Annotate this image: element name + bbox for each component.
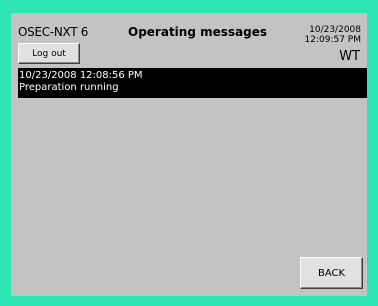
back-button[interactable]: BACK — [300, 257, 363, 289]
message-timestamp: 10/23/2008 12:08:56 PM — [19, 70, 143, 81]
current-time: 12:09:57 PM — [304, 35, 361, 45]
user-initials: WT — [339, 49, 360, 64]
current-date: 10/23/2008 — [309, 25, 361, 35]
page-title: Operating messages — [128, 25, 268, 39]
message-list[interactable]: 10/23/2008 12:08:56 PM Preparation runni… — [18, 68, 367, 98]
message-text: Preparation running — [19, 82, 119, 93]
device-name: OSEC-NXT 6 — [18, 25, 89, 39]
operating-messages-panel: OSEC-NXT 6 Operating messages 10/23/2008… — [11, 13, 367, 296]
logout-button[interactable]: Log out — [18, 43, 80, 64]
